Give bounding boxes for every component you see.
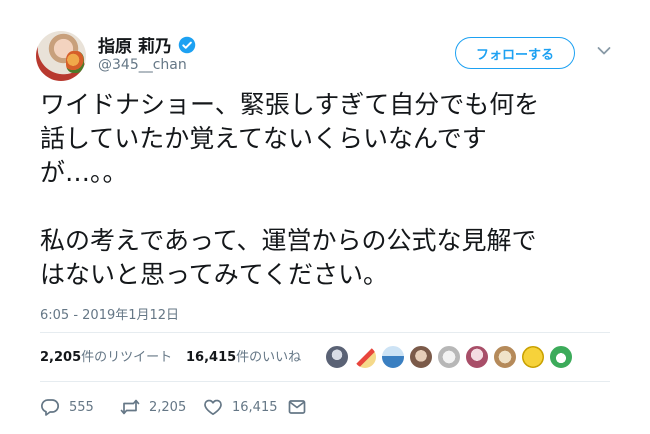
heart-icon xyxy=(204,399,222,416)
avatar[interactable] xyxy=(36,31,86,81)
chevron-down-icon[interactable] xyxy=(597,46,611,56)
like-stat[interactable]: 16,415件のいいね xyxy=(186,346,301,365)
like-button[interactable]: 16,415 xyxy=(203,398,278,416)
retweet-stat-count: 2,205 xyxy=(40,350,82,365)
reply-count: 555 xyxy=(69,399,94,415)
divider xyxy=(40,332,610,333)
like-count: 16,415 xyxy=(232,399,278,415)
verified-icon xyxy=(178,36,196,53)
liker-avatar[interactable] xyxy=(521,345,545,369)
retweet-count: 2,205 xyxy=(149,399,187,415)
like-stat-label: 件のいいね xyxy=(236,350,302,365)
liker-avatar[interactable] xyxy=(493,345,517,369)
dm-icon xyxy=(288,400,306,414)
retweet-button[interactable]: 2,205 xyxy=(120,398,186,416)
liker-avatar[interactable] xyxy=(465,345,489,369)
follow-button[interactable]: フォローする xyxy=(455,37,575,69)
author-name-row: 指原 莉乃 xyxy=(98,32,196,57)
reply-icon xyxy=(41,399,60,416)
direct-message-button[interactable] xyxy=(287,398,307,416)
retweet-stat[interactable]: 2,205件のリツイート xyxy=(40,346,172,365)
liker-avatar[interactable] xyxy=(549,345,573,369)
retweet-stat-label: 件のリツイート xyxy=(81,350,173,365)
avatar-bouquet xyxy=(66,51,84,73)
like-stat-count: 16,415 xyxy=(186,350,237,365)
display-name[interactable]: 指原 莉乃 xyxy=(98,32,172,57)
liker-avatar[interactable] xyxy=(409,345,433,369)
tweet-timestamp[interactable]: 6:05 - 2019年1月12日 xyxy=(40,304,179,323)
tweet-text: ワイドナショー、緊張しすぎて自分でも何を 話していたか覚えてないくらいなんです … xyxy=(40,90,540,289)
liker-avatar[interactable] xyxy=(381,345,405,369)
tweet-card: 指原 莉乃 @345__chan フォローする ワイドナショー、緊張しすぎて自分… xyxy=(0,0,650,434)
liker-avatar[interactable] xyxy=(353,345,377,369)
divider xyxy=(40,381,610,382)
liker-avatar[interactable] xyxy=(437,345,461,369)
user-handle[interactable]: @345__chan xyxy=(98,57,187,73)
liker-avatars xyxy=(325,345,573,369)
liker-avatar[interactable] xyxy=(325,345,349,369)
retweet-icon xyxy=(120,399,140,415)
reply-button[interactable]: 555 xyxy=(40,398,94,416)
